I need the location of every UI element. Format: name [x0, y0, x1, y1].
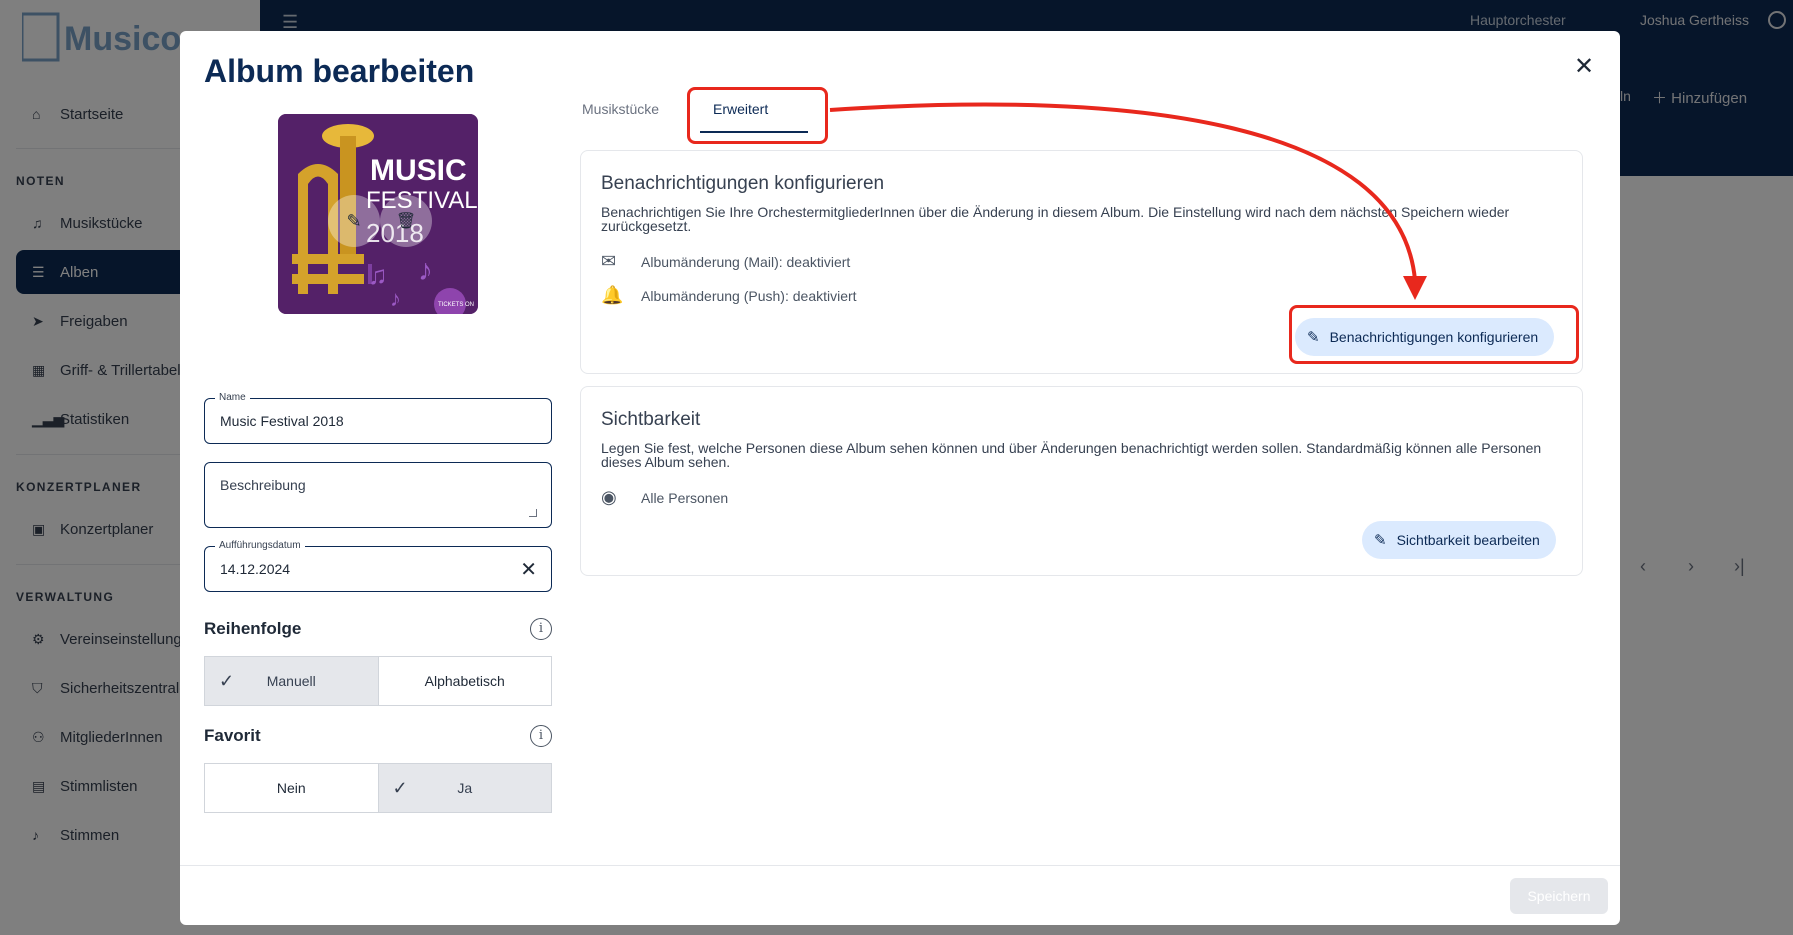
order-option-alphabetical[interactable]: Alphabetisch	[377, 657, 552, 705]
tab-musikstuecke[interactable]: Musikstücke	[582, 101, 659, 117]
trash-icon: 🗑	[395, 213, 417, 230]
edit-album-dialog: Album bearbeiten ✕ MUSIC FESTIVAL 2018 ♫…	[180, 31, 1620, 925]
svg-text:♪: ♪	[418, 254, 433, 287]
check-icon: ✓	[392, 777, 408, 798]
visibility-description-line2: dieses Album sehen.	[601, 454, 731, 470]
delete-cover-button[interactable]: 🗑	[380, 195, 432, 247]
resize-handle-icon[interactable]	[529, 509, 537, 517]
notifications-title: Benachrichtigungen konfigurieren	[601, 173, 885, 194]
option-label: Ja	[457, 780, 473, 796]
svg-text:TICKETS ON: TICKETS ON	[438, 302, 474, 308]
edit-visibility-button[interactable]: ✎ Sichtbarkeit bearbeiten	[1362, 521, 1556, 559]
name-field[interactable]: Name Music Festival 2018	[204, 392, 552, 444]
save-button[interactable]: Speichern	[1510, 878, 1608, 914]
bell-icon: 🔔	[601, 285, 624, 305]
option-label: Alphabetisch	[424, 673, 505, 689]
order-option-manual[interactable]: ✓ Manuell	[205, 657, 378, 705]
option-label: Manuell	[266, 673, 316, 689]
dialog-title: Album bearbeiten	[204, 53, 475, 89]
audience-value: Alle Personen	[641, 489, 729, 506]
edit-cover-button[interactable]: ✎	[328, 195, 380, 247]
push-status-row: 🔔 Albumänderung (Push): deaktiviert	[601, 285, 857, 306]
date-field-value: 14.12.2024	[220, 561, 291, 577]
annotation-highlight-tab	[687, 87, 828, 144]
audience-row: ◉ Alle Personen	[601, 487, 728, 508]
date-field[interactable]: Aufführungsdatum 14.12.2024 ✕	[204, 540, 552, 592]
order-label: Reihenfolge	[204, 619, 302, 638]
eye-icon: ◉	[601, 487, 617, 507]
date-field-label: Aufführungsdatum	[215, 540, 305, 551]
visibility-title: Sichtbarkeit	[601, 409, 701, 430]
name-field-label: Name	[215, 392, 250, 403]
favorite-label: Favorit	[204, 726, 261, 745]
edit-visibility-label: Sichtbarkeit bearbeiten	[1396, 532, 1540, 548]
mail-status: Albumänderung (Mail): deaktiviert	[641, 253, 851, 270]
favorite-option-no[interactable]: Nein	[205, 764, 378, 812]
mail-icon: ✉	[601, 251, 617, 271]
visibility-description-line1: Legen Sie fest, welche Personen diese Al…	[601, 440, 1542, 456]
annotation-highlight-button	[1289, 305, 1579, 364]
description-placeholder: Beschreibung	[220, 477, 306, 493]
close-icon[interactable]: ✕	[1572, 55, 1596, 79]
order-info-icon[interactable]: i	[530, 618, 552, 640]
svg-text:♪: ♪	[390, 286, 401, 311]
svg-text:MUSIC: MUSIC	[370, 154, 467, 187]
pencil-icon: ✎	[346, 210, 362, 231]
clear-date-icon[interactable]: ✕	[520, 557, 537, 582]
notifications-description-line2: zurückgesetzt.	[601, 218, 692, 234]
favorite-option-yes[interactable]: ✓ Ja	[377, 764, 551, 812]
description-field[interactable]: Beschreibung	[204, 462, 552, 528]
check-icon: ✓	[219, 670, 235, 691]
favorite-info-icon[interactable]: i	[530, 725, 552, 747]
visibility-card: Sichtbarkeit Legen Sie fest, welche Pers…	[580, 386, 1583, 576]
mail-status-row: ✉ Albumänderung (Mail): deaktiviert	[601, 251, 850, 272]
option-label: Nein	[276, 780, 306, 796]
name-field-value: Music Festival 2018	[220, 413, 344, 429]
pencil-icon: ✎	[1374, 532, 1387, 549]
favorite-toggle: Nein ✓ Ja	[204, 763, 552, 813]
push-status: Albumänderung (Push): deaktiviert	[641, 287, 857, 304]
notifications-description-line1: Benachrichtigen Sie Ihre Orchestermitgli…	[601, 204, 1510, 220]
dialog-footer-divider	[180, 865, 1620, 866]
svg-text:♫: ♫	[368, 260, 388, 290]
order-toggle: ✓ Manuell Alphabetisch	[204, 656, 552, 706]
